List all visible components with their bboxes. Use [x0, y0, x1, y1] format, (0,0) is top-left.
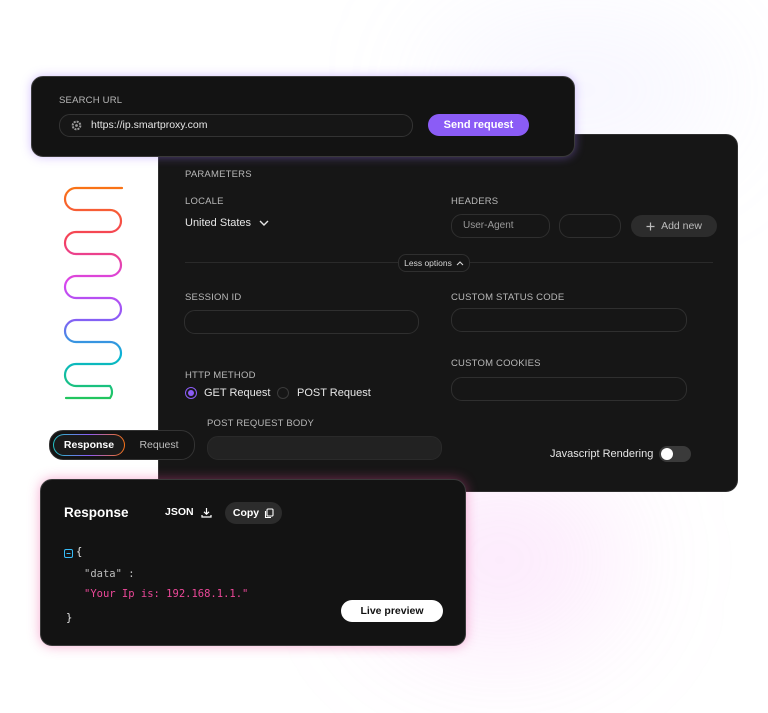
get-request-radio[interactable]: GET Request: [185, 387, 270, 399]
header-key-placeholder: User-Agent: [463, 220, 514, 231]
custom-cookies-input[interactable]: [451, 377, 687, 401]
custom-status-code-label: CUSTOM STATUS CODE: [451, 292, 565, 303]
response-panel: Response JSON Copy { "data" : "Your Ip i…: [40, 479, 466, 646]
post-request-body-input[interactable]: [207, 436, 442, 460]
plus-icon: [646, 222, 655, 230]
session-id-label: SESSION ID: [185, 292, 242, 303]
locale-label: LOCALE: [185, 196, 224, 207]
post-request-label: POST Request: [297, 387, 371, 399]
code-value: "Your Ip is: 192.168.1.1.": [84, 588, 249, 600]
locale-value: United States: [185, 217, 252, 229]
less-options-label: Less options: [404, 258, 452, 268]
response-title: Response: [64, 505, 129, 520]
chevron-up-icon: [456, 261, 464, 266]
javascript-rendering-label: Javascript Rendering: [550, 448, 654, 460]
download-icon: [200, 507, 212, 518]
parameters-panel: PARAMETERS LOCALE United States HEADERS …: [158, 134, 738, 492]
collapse-icon[interactable]: [64, 549, 73, 558]
json-label: JSON: [165, 506, 194, 518]
live-preview-button[interactable]: Live preview: [341, 600, 443, 622]
search-url-panel: SEARCH URL https://ip.smartproxy.com Sen…: [31, 76, 575, 157]
parameters-heading: PARAMETERS: [185, 169, 252, 180]
add-new-label: Add new: [661, 220, 702, 232]
get-request-label: GET Request: [204, 387, 271, 399]
radio-selected: [185, 387, 197, 399]
copy-icon: [265, 507, 274, 518]
code-open-brace: {: [76, 546, 83, 558]
url-input[interactable]: https://ip.smartproxy.com: [59, 114, 413, 137]
toggle-knob: [661, 448, 673, 460]
header-value-input[interactable]: [559, 214, 621, 238]
add-new-button[interactable]: Add new: [631, 215, 717, 237]
less-options-button[interactable]: Less options: [398, 254, 470, 272]
tab-request[interactable]: Request: [130, 434, 188, 456]
code-key: "data" :: [84, 568, 135, 580]
post-request-radio[interactable]: POST Request: [277, 387, 371, 399]
custom-cookies-label: CUSTOM COOKIES: [451, 358, 541, 369]
http-method-label: HTTP METHOD: [185, 370, 256, 381]
search-url-label: SEARCH URL: [59, 95, 123, 106]
squiggle-decoration: [63, 186, 124, 400]
radio-unselected: [277, 387, 289, 399]
locale-select[interactable]: United States: [185, 217, 269, 229]
code-close-brace: }: [66, 612, 73, 624]
post-request-body-label: POST REQUEST BODY: [207, 418, 315, 429]
response-request-tabs: Response Request: [49, 430, 195, 460]
url-value: https://ip.smartproxy.com: [91, 119, 208, 131]
tab-response[interactable]: Response: [53, 434, 125, 456]
copy-button[interactable]: Copy: [225, 502, 282, 524]
custom-status-code-input[interactable]: [451, 308, 687, 332]
chevron-down-icon: [259, 220, 269, 226]
javascript-rendering-toggle[interactable]: [659, 446, 691, 462]
settings-icon: [71, 120, 82, 131]
copy-label: Copy: [232, 507, 260, 519]
send-request-button[interactable]: Send request: [428, 114, 529, 136]
session-id-input[interactable]: [184, 310, 419, 334]
header-key-input[interactable]: User-Agent: [451, 214, 550, 238]
json-download-button[interactable]: JSON: [165, 506, 212, 518]
headers-label: HEADERS: [451, 196, 499, 207]
